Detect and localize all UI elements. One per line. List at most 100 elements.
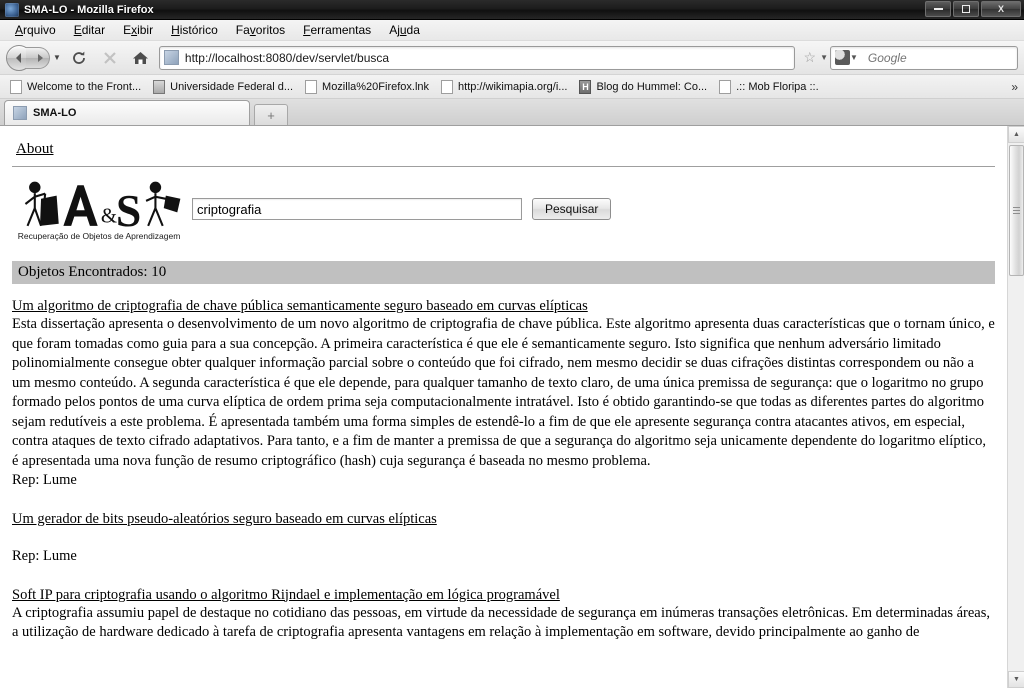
firefox-app-icon xyxy=(5,2,19,17)
back-arrow-icon xyxy=(16,52,21,63)
reload-icon xyxy=(73,51,85,64)
bookmark-label: http://wikimapia.org/i... xyxy=(458,80,568,93)
menu-ajuda-post: da xyxy=(406,23,420,37)
result-repository: Rep: Lume xyxy=(12,472,77,488)
site-search-input[interactable] xyxy=(192,198,522,220)
menu-ajuda[interactable]: Ajuda xyxy=(380,21,429,39)
svg-text:S: S xyxy=(116,184,141,229)
results-count-bar: Objetos Encontrados: 10 xyxy=(12,261,995,284)
reload-button[interactable] xyxy=(66,45,92,71)
result-item: Soft IP para criptografia usando o algor… xyxy=(12,586,995,643)
bookmark-label: Mozilla%20Firefox.lnk xyxy=(322,80,430,93)
stop-icon xyxy=(104,51,116,64)
menu-exibir[interactable]: Exibir xyxy=(114,21,162,39)
page-icon xyxy=(719,79,732,94)
bookmark-dropdown-icon[interactable]: ▼ xyxy=(820,53,830,62)
window-title: SMA-LO - Mozilla Firefox xyxy=(24,3,154,16)
bookmark-item[interactable]: H Blog do Hummel: Co... xyxy=(573,78,713,96)
result-description: Esta dissertação apresenta o desenvolvim… xyxy=(12,316,995,469)
tab-label: SMA-LO xyxy=(33,107,77,119)
menu-arquivo-post: rquivo xyxy=(23,23,56,37)
menu-editar-post: ditar xyxy=(81,23,106,37)
menu-favoritos[interactable]: Favoritos xyxy=(227,21,294,39)
svg-text:&: & xyxy=(101,204,117,227)
close-icon: X xyxy=(997,4,1004,14)
site-logo: & S Recuperação de Objetos de Aprendizag… xyxy=(14,178,184,241)
navigation-toolbar: ▼ http://localhost:8080/dev/servlet/busc… xyxy=(0,41,1024,75)
page-scrollbar[interactable]: ▲ ▼ xyxy=(1007,126,1024,688)
scroll-down-button[interactable]: ▼ xyxy=(1008,671,1024,688)
site-search-input-wrap xyxy=(192,198,522,220)
minimize-button[interactable] xyxy=(925,1,951,17)
result-repository: Rep: Lume xyxy=(12,548,77,564)
menu-ferramentas-post: erramentas xyxy=(310,23,372,37)
bookmark-item[interactable]: Welcome to the Front... xyxy=(4,78,147,96)
menu-ajuda-accel: u xyxy=(399,23,407,37)
caret-down-icon: ▼ xyxy=(1013,676,1020,683)
page-icon xyxy=(10,79,22,94)
menu-favoritos-post: oritos xyxy=(255,23,286,37)
close-button[interactable]: X xyxy=(981,1,1021,17)
search-engine-dropdown-icon[interactable]: ▼ xyxy=(850,53,860,62)
bookmarks-bar: Welcome to the Front... Universidade Fed… xyxy=(0,75,1024,99)
result-title-link[interactable]: Um gerador de bits pseudo-aleatórios seg… xyxy=(12,510,437,528)
page-icon xyxy=(305,79,318,94)
menu-editar-accel: E xyxy=(73,23,82,37)
bookmark-item[interactable]: Universidade Federal d... xyxy=(147,78,299,96)
scrollbar-thumb[interactable] xyxy=(1009,145,1024,276)
search-engine-icon[interactable] xyxy=(835,50,850,65)
new-tab-button[interactable]: + xyxy=(254,104,288,125)
scroll-up-button[interactable]: ▲ xyxy=(1008,126,1024,143)
menu-ferramentas[interactable]: Ferramentas xyxy=(294,21,380,39)
menu-arquivo[interactable]: Arquivo xyxy=(6,21,65,39)
home-button[interactable] xyxy=(128,45,154,71)
page-icon xyxy=(441,79,454,94)
menu-exibir-post: ibir xyxy=(137,23,154,37)
page-viewport: About & S Recuperação de Objetos de Apre… xyxy=(0,126,1024,688)
page-content: About & S Recuperação de Objetos de Apre… xyxy=(0,126,1007,688)
menu-arquivo-accel: A xyxy=(15,23,24,37)
result-title-link[interactable]: Soft IP para criptografia usando o algor… xyxy=(12,586,560,604)
home-icon xyxy=(133,51,149,64)
minimize-icon xyxy=(933,8,943,10)
window-controls: X xyxy=(925,1,1021,17)
plus-icon: + xyxy=(267,107,275,123)
maximize-button[interactable] xyxy=(953,1,979,17)
bookmark-label: Universidade Federal d... xyxy=(170,80,294,93)
bookmarks-overflow-icon[interactable]: » xyxy=(1011,80,1018,94)
chevron-down-icon[interactable]: ▼ xyxy=(53,53,61,62)
bookmark-item[interactable]: Mozilla%20Firefox.lnk xyxy=(299,78,435,96)
result-item: Um gerador de bits pseudo-aleatórios seg… xyxy=(12,510,995,567)
address-bar[interactable]: http://localhost:8080/dev/servlet/busca xyxy=(158,45,795,70)
tab-favicon-icon xyxy=(13,106,27,120)
search-bar[interactable]: ▼ 🔍 xyxy=(830,45,1024,70)
bookmark-item[interactable]: .:: Mob Floripa ::. xyxy=(713,78,825,96)
menu-editar[interactable]: Editar xyxy=(65,21,114,39)
star-icon[interactable]: ☆ xyxy=(800,49,821,66)
result-title-link[interactable]: Um algoritmo de criptografia de chave pú… xyxy=(12,297,588,315)
tab-sma-lo[interactable]: SMA-LO xyxy=(4,100,250,125)
results-count-label: Objetos Encontrados: 10 xyxy=(18,264,167,280)
letter-h-icon: H xyxy=(579,79,592,94)
caret-up-icon: ▲ xyxy=(1013,131,1020,138)
university-icon xyxy=(153,79,166,94)
stop-button xyxy=(97,45,123,71)
title-bar: SMA-LO - Mozilla Firefox X xyxy=(0,0,1024,20)
bookmark-item[interactable]: http://wikimapia.org/i... xyxy=(435,78,573,96)
result-gap xyxy=(12,567,995,586)
results-list: Um algoritmo de criptografia de chave pú… xyxy=(0,297,1007,643)
logo-artwork-icon: & S xyxy=(24,181,181,230)
menu-historico[interactable]: Histórico xyxy=(162,21,227,39)
browser-search-input[interactable] xyxy=(865,49,1024,66)
address-bar-url: http://localhost:8080/dev/servlet/busca xyxy=(184,50,390,65)
forward-button[interactable] xyxy=(26,46,50,69)
site-header: & S Recuperação de Objetos de Aprendizag… xyxy=(0,167,1007,247)
result-description: A criptografia assumiu papel de destaque… xyxy=(12,604,990,641)
menu-historico-post: istórico xyxy=(179,23,218,37)
search-submit-button[interactable]: Pesquisar xyxy=(532,198,612,220)
bookmark-label: Blog do Hummel: Co... xyxy=(596,80,708,93)
menu-historico-accel: H xyxy=(171,23,180,37)
site-favicon-icon xyxy=(163,50,179,65)
about-link[interactable]: About xyxy=(16,141,54,157)
logo-caption: Recuperação de Objetos de Aprendizagem xyxy=(17,230,181,241)
